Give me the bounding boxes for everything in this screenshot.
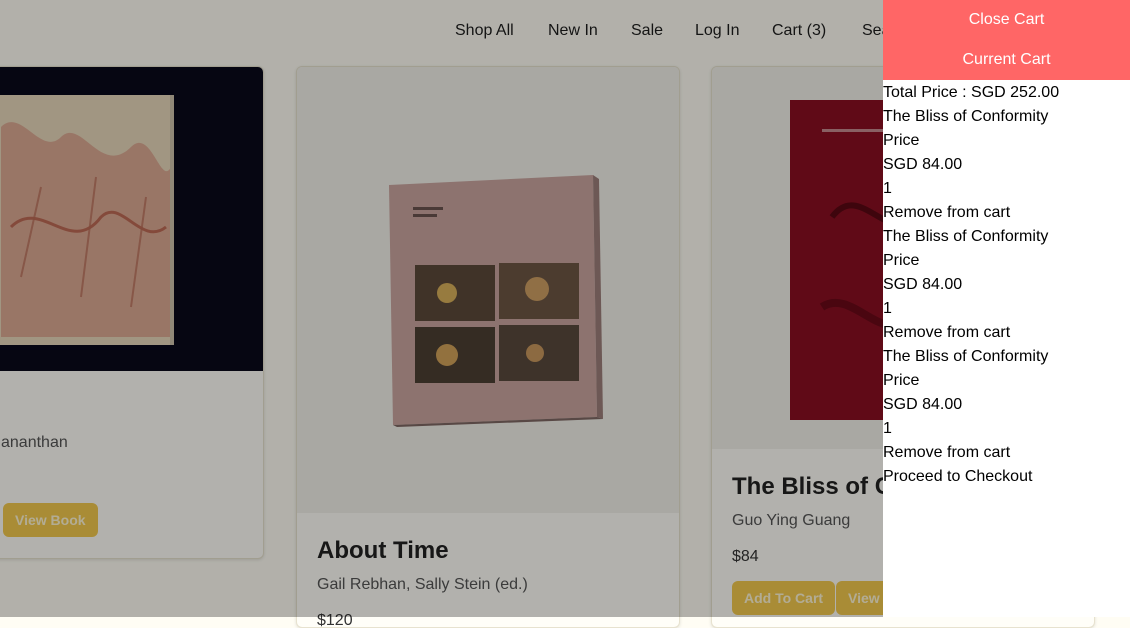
cart-item-name: The Bliss of Conformity [883, 228, 1049, 245]
product-card: About Time Gail Rebhan, Sally Stein (ed.… [296, 66, 680, 628]
book-cover-image [297, 67, 679, 513]
product-author: Gail Rebhan, Sally Stein (ed.) [317, 576, 528, 593]
cart-item-price: SGD 84.00 [883, 396, 963, 413]
cart-total: Total Price : SGD 252.00 [883, 84, 1060, 101]
product-price: $84 [732, 548, 759, 565]
cart-item-name: The Bliss of Conformity [883, 108, 1049, 125]
proceed-to-checkout-button[interactable]: Proceed to Checkout [883, 465, 1130, 489]
remove-from-cart-button[interactable]: Remove from cart [883, 201, 1130, 225]
nav-shop-all[interactable]: Shop All [455, 22, 514, 40]
cart-item-quantity: 1 [883, 420, 892, 437]
product-card: ananthan View Book [0, 66, 264, 559]
remove-from-cart-button[interactable]: Remove from cart [883, 441, 1130, 465]
product-price: $120 [317, 612, 353, 628]
cart-item-price: SGD 84.00 [883, 276, 963, 293]
add-to-cart-button[interactable]: Add To Cart [732, 581, 836, 615]
cart-item-quantity: 1 [883, 180, 892, 197]
remove-from-cart-button[interactable]: Remove from cart [883, 321, 1130, 345]
nav-log-in[interactable]: Log In [695, 22, 739, 40]
view-book-button[interactable]: View Book [3, 503, 98, 537]
product-author: ananthan [1, 434, 68, 451]
product-title[interactable]: About Time [317, 537, 449, 565]
cart-item-quantity: 1 [883, 300, 892, 317]
book-cover-art [0, 95, 174, 345]
cart-item: The Bliss of Conformity Price SGD 84.00 … [883, 345, 1130, 465]
book-cover-image [0, 67, 263, 371]
product-author: Guo Ying Guang [732, 512, 851, 529]
nav-sale[interactable]: Sale [631, 22, 663, 40]
current-cart-button[interactable]: Current Cart [883, 40, 1130, 80]
cart-item: The Bliss of Conformity Price SGD 84.00 … [883, 105, 1130, 225]
cart-item: The Bliss of Conformity Price SGD 84.00 … [883, 225, 1130, 345]
nav-new-in[interactable]: New In [548, 22, 598, 40]
cart-item-name: The Bliss of Conformity [883, 348, 1049, 365]
book-cover-art [389, 175, 603, 427]
cart-item-price-label: Price [883, 372, 920, 389]
cart-item-price-label: Price [883, 252, 920, 269]
cart-drawer: Close Cart Current Cart Total Price : SG… [883, 0, 1130, 617]
cart-item-price: SGD 84.00 [883, 156, 963, 173]
close-cart-button[interactable]: Close Cart [883, 0, 1130, 40]
cart-item-price-label: Price [883, 132, 920, 149]
nav-cart[interactable]: Cart (3) [772, 22, 826, 40]
